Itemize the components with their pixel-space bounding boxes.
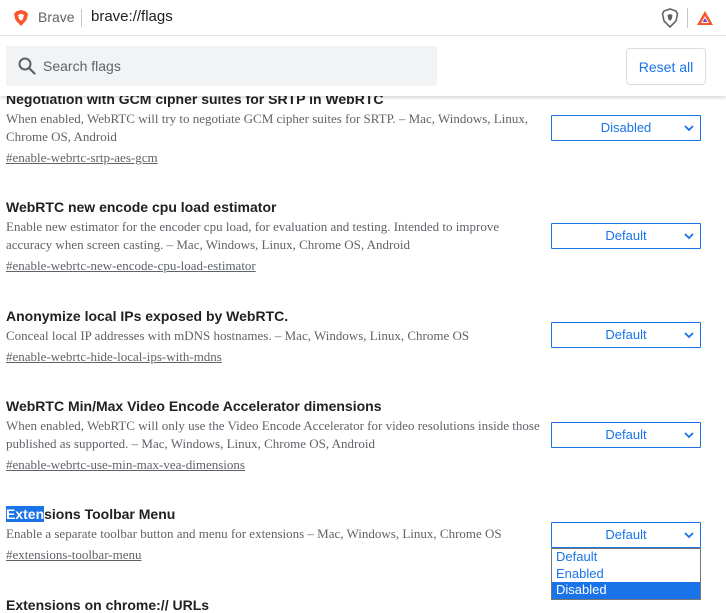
toolbar-divider (687, 8, 688, 28)
dropdown-option-disabled[interactable]: Disabled (552, 582, 700, 599)
experiment-description: Enable a separate toolbar button and men… (6, 526, 502, 541)
brave-rewards-icon[interactable] (696, 10, 714, 26)
find-highlight: Exten (6, 506, 45, 522)
flag-select[interactable]: Default (551, 322, 701, 348)
experiment-title: Negotiation with GCM cipher suites for S… (6, 96, 384, 107)
flag-select[interactable]: Default (551, 223, 701, 249)
reset-all-button[interactable]: Reset all (626, 48, 706, 85)
chevron-down-icon (684, 332, 694, 339)
search-icon (18, 57, 36, 75)
chevron-down-icon (684, 233, 694, 240)
experiment-title-rest: sions Toolbar Menu (44, 506, 176, 522)
experiment-description: When enabled, WebRTC will try to negotia… (6, 111, 529, 144)
search-box[interactable] (6, 46, 437, 86)
select-value: Default (605, 427, 647, 442)
experiments-list: Negotiation with GCM cipher suites for S… (0, 96, 726, 613)
flag-select[interactable]: Default (551, 522, 701, 548)
flag-select[interactable]: Default (551, 422, 701, 448)
site-identity-label[interactable]: Brave (38, 9, 75, 25)
select-value: Default (605, 228, 647, 243)
experiment-title: Extensions Toolbar Menu (6, 505, 706, 523)
brave-shields-icon[interactable] (661, 8, 679, 28)
url-text[interactable]: brave://flags (91, 8, 173, 25)
experiment-description: Enable new estimator for the encoder cpu… (6, 219, 500, 252)
experiment-link[interactable]: #enable-webrtc-new-encode-cpu-load-estim… (6, 257, 256, 275)
chevron-down-icon (684, 125, 694, 132)
experiment-title: WebRTC Min/Max Video Encode Accelerator … (6, 398, 382, 414)
flags-header: Reset all (0, 36, 726, 96)
flag-select-dropdown: Default Enabled Disabled (551, 548, 701, 600)
experiment-link[interactable]: #extensions-toolbar-menu (6, 546, 141, 564)
dropdown-option-default[interactable]: Default (552, 549, 700, 566)
experiment-link[interactable]: #enable-webrtc-hide-local-ips-with-mdns (6, 348, 222, 366)
select-value: Default (605, 527, 647, 542)
experiment-description: Conceal local IP addresses with mDNS hos… (6, 328, 470, 343)
brave-logo-icon (14, 10, 28, 26)
select-value: Disabled (600, 120, 652, 135)
experiment-link[interactable]: #enable-webrtc-use-min-max-vea-dimension… (6, 456, 245, 474)
experiment-title: WebRTC new encode cpu load estimator (6, 199, 277, 215)
address-bar: Brave brave://flags (0, 0, 726, 36)
chevron-down-icon (684, 532, 694, 539)
chevron-down-icon (684, 432, 694, 439)
select-value: Default (605, 327, 647, 342)
dropdown-option-enabled[interactable]: Enabled (552, 566, 700, 583)
experiment-description: When enabled, WebRTC will only use the V… (6, 418, 540, 451)
flag-select[interactable]: Disabled (551, 115, 701, 141)
search-input[interactable] (42, 46, 432, 86)
address-divider (81, 9, 82, 27)
experiment-link[interactable]: #enable-webrtc-srtp-aes-gcm (6, 149, 158, 167)
